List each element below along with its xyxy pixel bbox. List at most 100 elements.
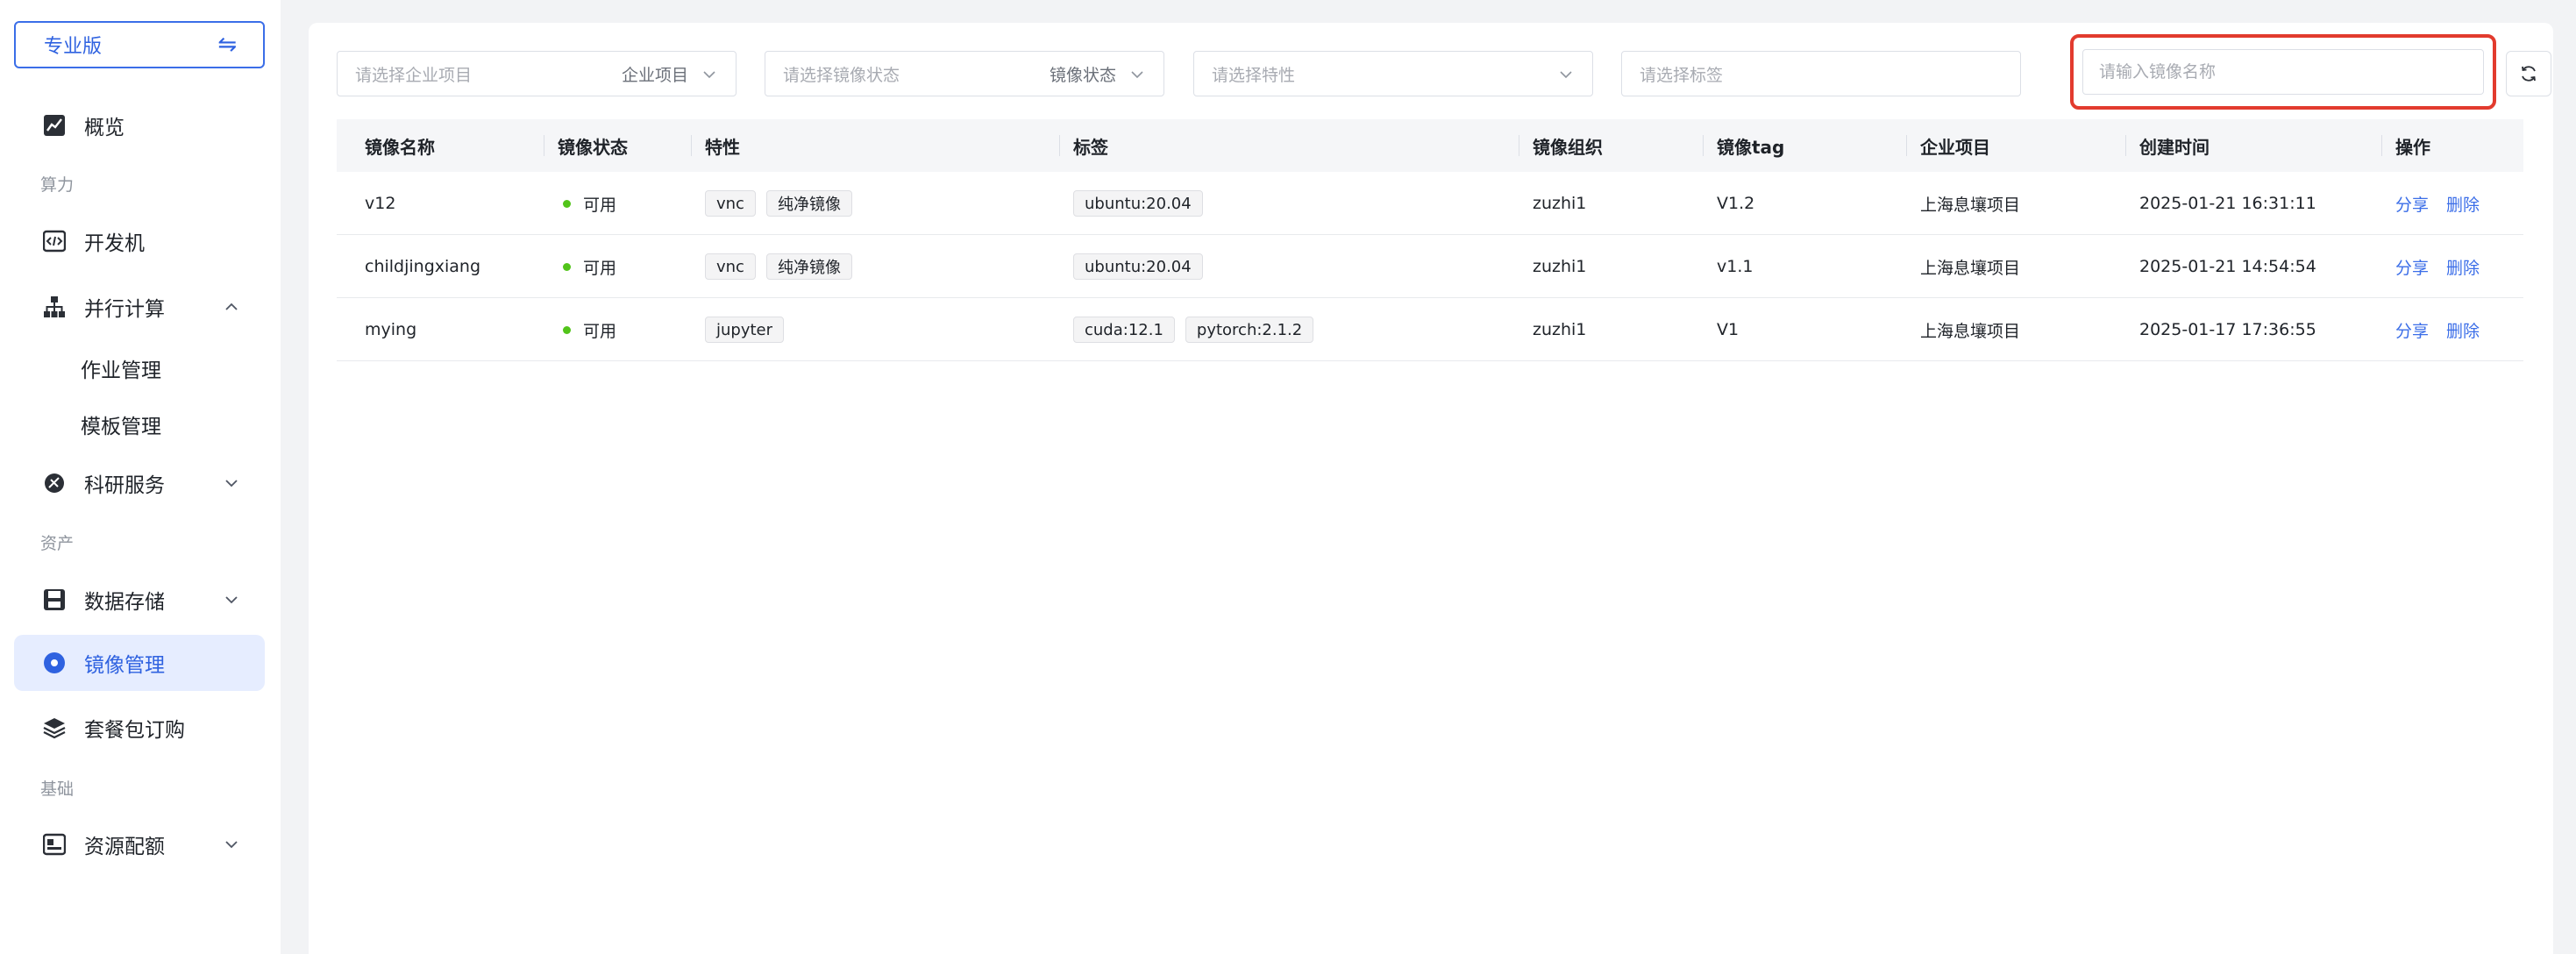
sidebar-item-label: 镜像管理 (84, 654, 165, 677)
sidebar-item-overview[interactable]: 概览 (14, 97, 265, 153)
sidebar-item-label: 并行计算 (84, 298, 165, 321)
action-cell: 分享 删除 (2395, 235, 2497, 298)
status-dot (563, 199, 571, 208)
research-icon (42, 471, 67, 495)
status-select[interactable]: 请选择镜像状态 镜像状态 (765, 51, 1164, 96)
sidebar-item-label: 套餐包订购 (84, 719, 185, 742)
sidebar-item-devmachine[interactable]: 开发机 (14, 213, 265, 269)
sidebar-item-parallel[interactable]: 并行计算 (14, 279, 265, 335)
tag-cell: V1 (1717, 320, 1740, 339)
action-cell: 分享 删除 (2395, 172, 2497, 235)
label-cell: ubuntu:20.04 (1073, 235, 1213, 298)
delete-link[interactable]: 删除 (2446, 318, 2480, 342)
feature-cell: vnc 纯净镜像 (705, 172, 863, 235)
app-root: 专业版 ⇋ 概览 算力 开发机 并行计算 作业管理 模板管理 科研服务 资产 数… (0, 0, 2576, 954)
feature-cell: jupyter (705, 298, 794, 361)
column-header: 创建时间 (2125, 119, 2210, 172)
sidebar-item-storage[interactable]: 数据存储 (14, 572, 265, 628)
chevron-down-icon (225, 596, 238, 604)
column-header: 标签 (1059, 119, 1108, 172)
status-cell: 可用 (563, 298, 616, 361)
feature-chip: vnc (705, 190, 756, 217)
project-cell: 上海息壤项目 (1920, 321, 2021, 341)
sidebar-item-label: 开发机 (84, 232, 145, 255)
project-select-tag: 企业项目 (621, 65, 688, 85)
search-highlight-box (2070, 34, 2496, 110)
table-row: mying 可用 jupyter cuda:12.1 pytorch:2.1.2… (337, 298, 2523, 361)
main-panel: 请选择企业项目 企业项目 请选择镜像状态 镜像状态 请选择特性 请选择标签 请输… (309, 23, 2553, 954)
org-cell: zuzhi1 (1533, 320, 1587, 339)
status-dot (563, 325, 571, 334)
feature-cell: vnc 纯净镜像 (705, 235, 863, 298)
sidebar-subitem-template-mgmt[interactable]: 模板管理 (81, 409, 161, 439)
status-select-tag: 镜像状态 (1049, 65, 1116, 85)
delete-link[interactable]: 删除 (2446, 255, 2480, 279)
quota-icon (42, 832, 67, 857)
hierarchy-icon (42, 295, 67, 319)
label-cell: ubuntu:20.04 (1073, 172, 1213, 235)
chevron-up-icon (225, 303, 238, 310)
project-cell: 上海息壤项目 (1920, 258, 2021, 278)
created-cell: 2025-01-21 14:54:54 (2139, 257, 2316, 276)
org-cell: zuzhi1 (1533, 194, 1587, 213)
chevron-down-icon (225, 841, 238, 849)
sidebar-item-label: 科研服务 (84, 474, 165, 497)
feature-select-placeholder: 请选择特性 (1212, 65, 1296, 85)
label-select-placeholder: 请选择标签 (1640, 65, 1724, 85)
status-text: 可用 (583, 321, 617, 341)
share-link[interactable]: 分享 (2395, 192, 2429, 216)
project-cell: 上海息壤项目 (1920, 195, 2021, 215)
share-link[interactable]: 分享 (2395, 255, 2429, 279)
sidebar-item-image-mgmt[interactable]: 镜像管理 (14, 635, 265, 691)
sidebar-item-package[interactable]: 套餐包订购 (14, 700, 265, 756)
delete-link[interactable]: 删除 (2446, 192, 2480, 216)
column-header: 镜像名称 (365, 136, 435, 158)
sidebar-item-label: 数据存储 (84, 591, 165, 614)
image-name: mying (365, 320, 417, 339)
share-link[interactable]: 分享 (2395, 318, 2429, 342)
status-text: 可用 (583, 195, 617, 215)
tag-cell: V1.2 (1717, 194, 1755, 213)
feature-chip: jupyter (705, 317, 785, 343)
code-icon (42, 229, 67, 253)
sidebar-subitem-job-mgmt[interactable]: 作业管理 (81, 353, 161, 383)
label-chip: ubuntu:20.04 (1073, 190, 1203, 217)
column-header: 镜像状态 (544, 119, 628, 172)
table-row: v12 可用 vnc 纯净镜像 ubuntu:20.04 zuzhi1 V1.2… (337, 172, 2523, 235)
feature-chip: vnc (705, 253, 756, 280)
sidebar-item-quota[interactable]: 资源配额 (14, 816, 265, 872)
disc-icon (42, 651, 67, 675)
sidebar: 专业版 ⇋ 概览 算力 开发机 并行计算 作业管理 模板管理 科研服务 资产 数… (0, 0, 281, 954)
column-header: 镜像组织 (1519, 119, 1603, 172)
group-label-compute: 算力 (40, 175, 75, 195)
edition-switcher[interactable]: 专业版 ⇋ (14, 21, 265, 68)
action-cell: 分享 删除 (2395, 298, 2497, 361)
group-label-assets: 资产 (40, 534, 75, 553)
filter-bar: 请选择企业项目 企业项目 请选择镜像状态 镜像状态 请选择特性 请选择标签 (337, 34, 2551, 110)
sidebar-item-label: 资源配额 (84, 836, 165, 858)
column-header: 操作 (2381, 119, 2430, 172)
image-name: v12 (365, 194, 396, 213)
status-cell: 可用 (563, 172, 616, 235)
table-header: 镜像名称 镜像状态 特性 标签 镜像组织 镜像tag 企业项目 创建时间 操作 (337, 119, 2523, 172)
org-cell: zuzhi1 (1533, 257, 1587, 276)
column-header: 镜像tag (1703, 119, 1784, 172)
sidebar-item-research[interactable]: 科研服务 (14, 455, 265, 511)
image-name-search-input[interactable] (2082, 49, 2484, 95)
chevron-down-icon (703, 71, 715, 79)
column-header: 特性 (691, 119, 740, 172)
label-select[interactable]: 请选择标签 (1621, 51, 2021, 96)
chevron-down-icon (1131, 71, 1143, 79)
label-cell: cuda:12.1 pytorch:2.1.2 (1073, 298, 1324, 361)
edition-label: 专业版 (44, 36, 103, 58)
label-chip: cuda:12.1 (1073, 317, 1175, 343)
project-select[interactable]: 请选择企业项目 企业项目 (337, 51, 737, 96)
refresh-button[interactable] (2506, 51, 2551, 96)
status-text: 可用 (583, 258, 617, 278)
feature-select[interactable]: 请选择特性 (1193, 51, 1593, 96)
chart-icon (42, 113, 67, 138)
created-cell: 2025-01-21 16:31:11 (2139, 194, 2316, 213)
sidebar-item-label: 概览 (84, 117, 125, 139)
status-cell: 可用 (563, 235, 616, 298)
image-table: 镜像名称 镜像状态 特性 标签 镜像组织 镜像tag 企业项目 创建时间 操作 … (337, 119, 2523, 361)
